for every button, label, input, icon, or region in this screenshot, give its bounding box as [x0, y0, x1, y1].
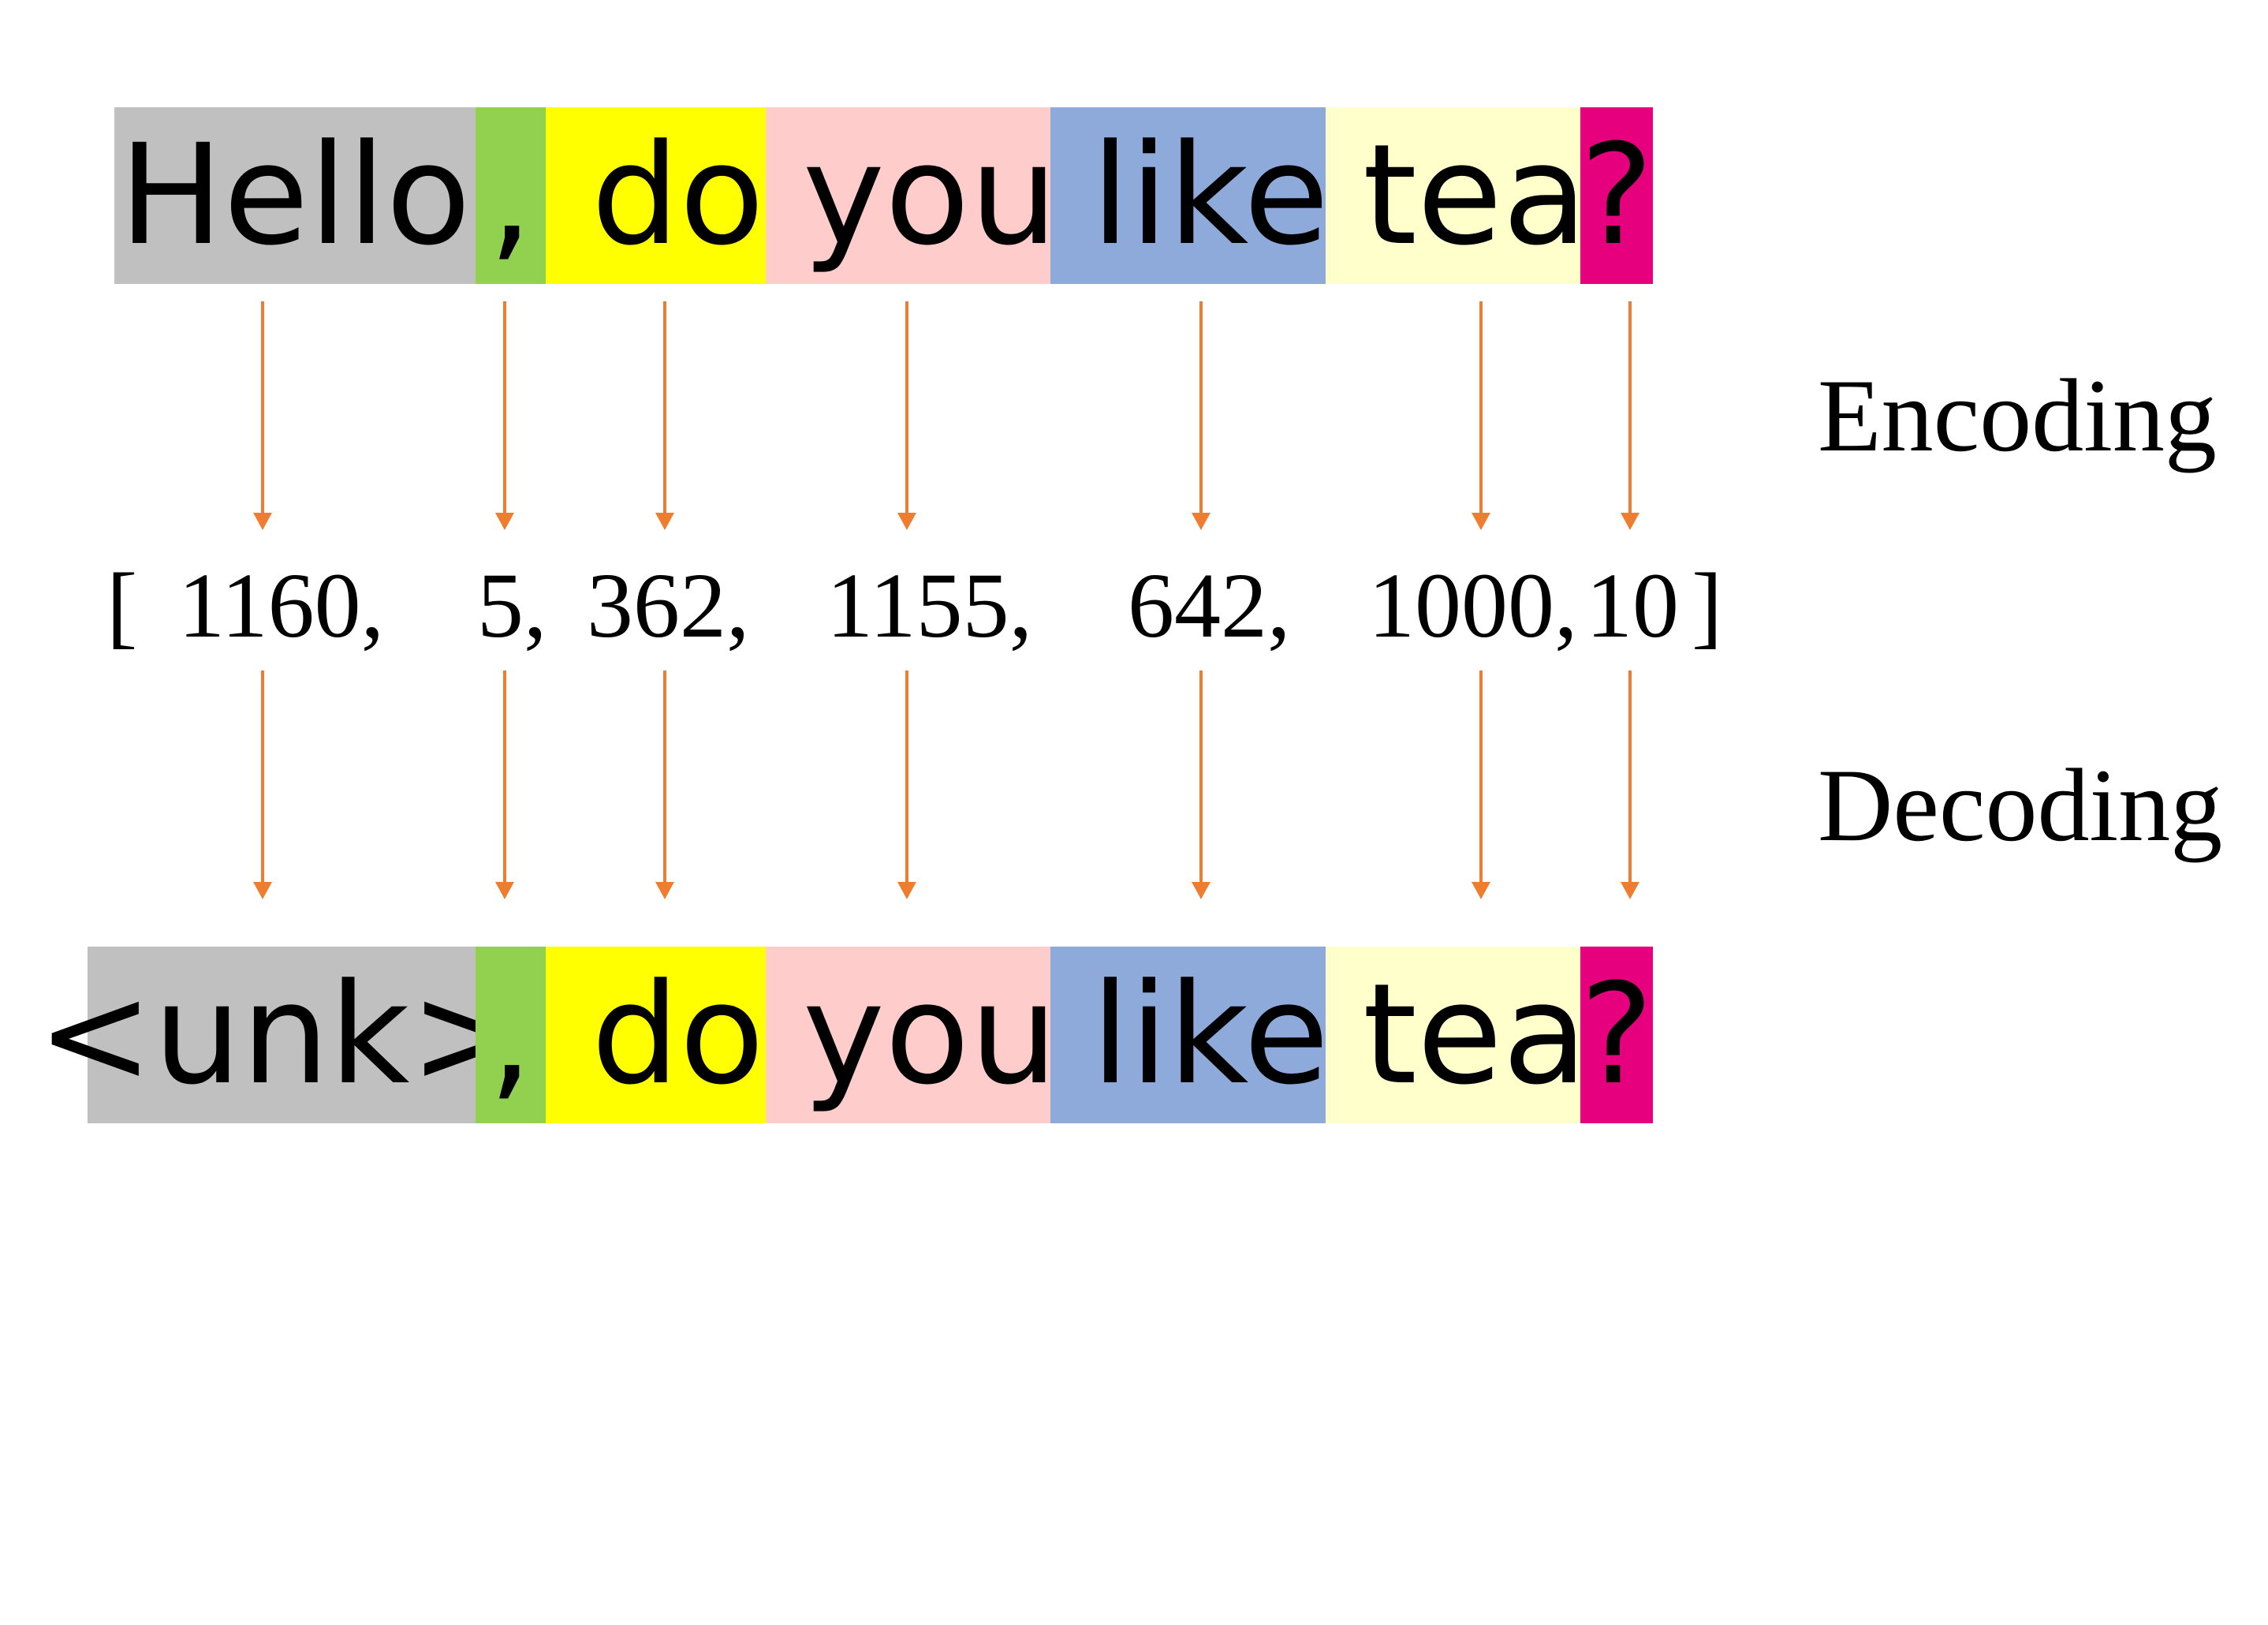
- encoding-arrow-tea: [1472, 301, 1490, 530]
- close-bracket: ]: [1692, 554, 1723, 657]
- input-token-hello: Hello: [114, 107, 476, 284]
- decoding-arrow-like: [1192, 671, 1210, 899]
- token-id-tea: 1000,: [1368, 554, 1578, 657]
- encoding-arrow-do: [655, 301, 674, 530]
- token-id-hello: 1160,: [178, 554, 385, 657]
- decoding-arrow-comma: [495, 671, 514, 899]
- input-token-row: Hello , do you like tea ?: [114, 107, 1654, 284]
- decoding-label: Decoding: [1818, 747, 2223, 863]
- input-token-comma: ,: [476, 107, 546, 284]
- decoding-arrow-you: [897, 671, 916, 899]
- decoding-arrow-do: [655, 671, 674, 899]
- output-token-like: like: [1050, 947, 1329, 1123]
- decoding-arrow-question: [1621, 671, 1639, 899]
- decoding-arrow-hello: [253, 671, 272, 899]
- output-token-do: do: [546, 947, 766, 1123]
- encoding-label: Encoding: [1818, 357, 2217, 473]
- output-token-comma: ,: [476, 947, 546, 1123]
- open-bracket: [: [106, 554, 138, 657]
- output-token-question: ?: [1580, 947, 1654, 1123]
- input-token-you: you: [766, 107, 1058, 284]
- token-id-like: 642,: [1128, 554, 1291, 657]
- token-id-question: 10: [1586, 554, 1679, 657]
- output-token-row: <unk> , do you like tea ?: [37, 947, 1654, 1123]
- output-token-unk: <unk>: [37, 947, 526, 1123]
- token-id-do: 362,: [587, 554, 750, 657]
- input-token-like: like: [1050, 107, 1329, 284]
- input-token-tea: tea: [1326, 107, 1587, 284]
- token-id-list: [ 1160, 5, 362, 1155, 642, 1000, 10 ]: [0, 552, 2268, 657]
- encoding-arrow-question: [1621, 301, 1639, 530]
- token-id-comma: 5,: [477, 554, 547, 657]
- token-id-you: 1155,: [826, 554, 1033, 657]
- input-token-question: ?: [1580, 107, 1654, 284]
- encoding-arrow-comma: [495, 301, 514, 530]
- output-token-you: you: [766, 947, 1058, 1123]
- encoding-arrow-hello: [253, 301, 272, 530]
- output-token-tea: tea: [1326, 947, 1587, 1123]
- input-token-do: do: [546, 107, 766, 284]
- encoding-arrow-like: [1192, 301, 1210, 530]
- encoding-arrow-you: [897, 301, 916, 530]
- decoding-arrow-tea: [1472, 671, 1490, 899]
